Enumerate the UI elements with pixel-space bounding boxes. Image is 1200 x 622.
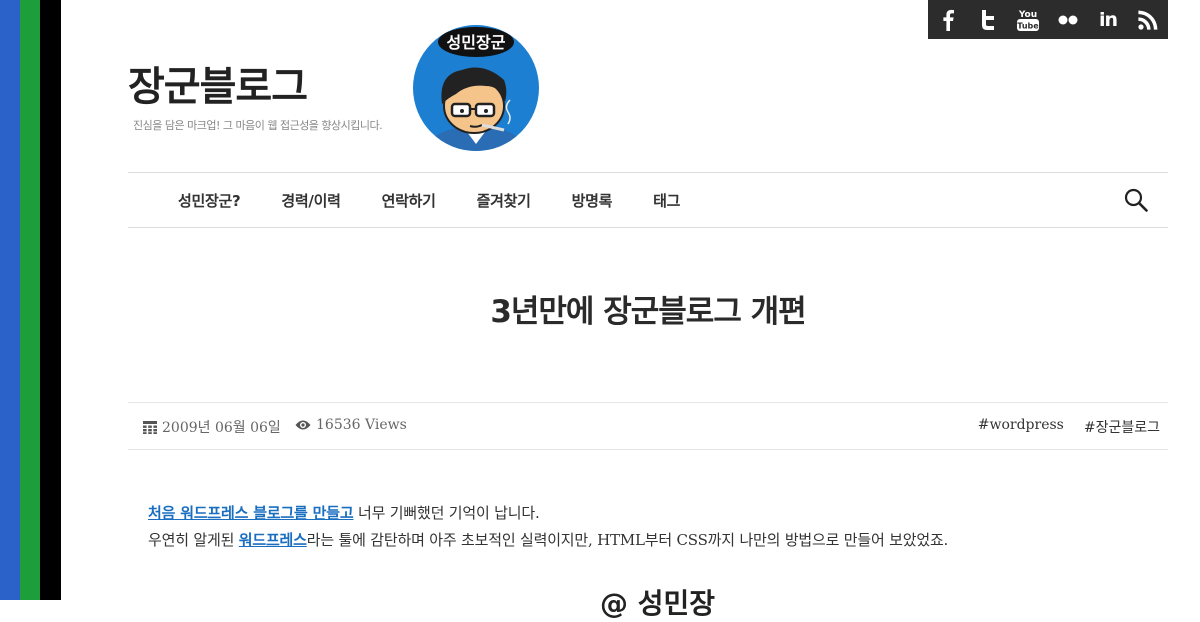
- paragraph-text: 라는 툴에 감탄하며 아주 초보적인 실력이지만, HTML부터 CSS까지 나…: [306, 531, 949, 549]
- tag-link-blog[interactable]: #장군블로그: [1084, 417, 1160, 437]
- youtube-link[interactable]: You Tube: [1011, 3, 1045, 37]
- nav-item-career[interactable]: 경력/이력: [281, 192, 340, 210]
- post-date-text: 2009년 06월 06일: [162, 420, 281, 436]
- svg-text:Tube: Tube: [1017, 21, 1039, 30]
- first-blog-link[interactable]: 처음 워드프레스 블로그를 만들고: [148, 504, 354, 522]
- rss-link[interactable]: [1131, 3, 1165, 37]
- stripe-green: [20, 0, 40, 600]
- twitter-icon: [982, 9, 994, 30]
- facebook-icon: [943, 9, 954, 31]
- post-content: 처음 워드프레스 블로그를 만들고 너무 기뻐했던 기억이 납니다. 우연히 알…: [148, 500, 1148, 554]
- flickr-link[interactable]: [1051, 3, 1085, 37]
- youtube-icon: You Tube: [1017, 10, 1039, 31]
- nav-item-guestbook[interactable]: 방명록: [572, 192, 613, 210]
- linkedin-link[interactable]: in: [1091, 3, 1125, 37]
- stripe-black: [40, 0, 61, 600]
- post-date: 2009년 06월 06일: [143, 417, 281, 437]
- post-paragraph: 처음 워드프레스 블로그를 만들고 너무 기뻐했던 기억이 납니다.: [148, 500, 1148, 527]
- wordpress-link[interactable]: 워드프레스: [239, 531, 307, 549]
- nav-item-bookmarks[interactable]: 즐겨찾기: [477, 192, 531, 210]
- post-meta: 2009년 06월 06일 16536 Views #wordpress #장군…: [128, 402, 1168, 450]
- search-icon[interactable]: [1124, 188, 1148, 212]
- post-image-partial: @ 성민장: [600, 587, 716, 620]
- site-title[interactable]: 장군블로그: [128, 54, 308, 112]
- paragraph-text: 너무 기뻐했던 기억이 납니다.: [353, 504, 540, 522]
- paragraph-text: 우연히 알게된: [148, 531, 239, 549]
- main-nav: 성민장군? 경력/이력 연락하기 즐겨찾기 방명록 태그: [128, 172, 1168, 228]
- linkedin-icon: in: [1098, 8, 1118, 31]
- nav-item-contact[interactable]: 연락하기: [382, 192, 436, 210]
- facebook-link[interactable]: [931, 3, 965, 37]
- calendar-icon: [143, 421, 157, 434]
- post-paragraph: 우연히 알게된 워드프레스라는 툴에 감탄하며 아주 초보적인 실력이지만, H…: [148, 527, 1148, 554]
- rss-icon: [1138, 10, 1158, 30]
- stripe-blue: [0, 0, 20, 600]
- eye-icon: [295, 420, 311, 430]
- tag-link-wordpress[interactable]: #wordpress: [978, 417, 1064, 437]
- post-title: 3년만에 장군블로그 개편: [490, 294, 806, 330]
- nav-item-about[interactable]: 성민장군?: [178, 192, 241, 210]
- social-bar: You Tube in: [928, 0, 1168, 39]
- post-views: 16536 Views: [295, 417, 407, 433]
- flickr-icon: [1058, 15, 1078, 24]
- avatar[interactable]: 성민장군: [412, 24, 540, 152]
- nav-item-tags[interactable]: 태그: [653, 192, 680, 210]
- svg-text:You: You: [1018, 10, 1037, 20]
- post-tags: #wordpress #장군블로그: [958, 417, 1160, 437]
- avatar-label: 성민장군: [447, 33, 506, 52]
- site-tagline: 진심을 담은 마크업! 그 마음이 웹 접근성을 향상시킵니다.: [133, 119, 383, 132]
- twitter-link[interactable]: [971, 3, 1005, 37]
- post-views-text: 16536 Views: [316, 417, 407, 433]
